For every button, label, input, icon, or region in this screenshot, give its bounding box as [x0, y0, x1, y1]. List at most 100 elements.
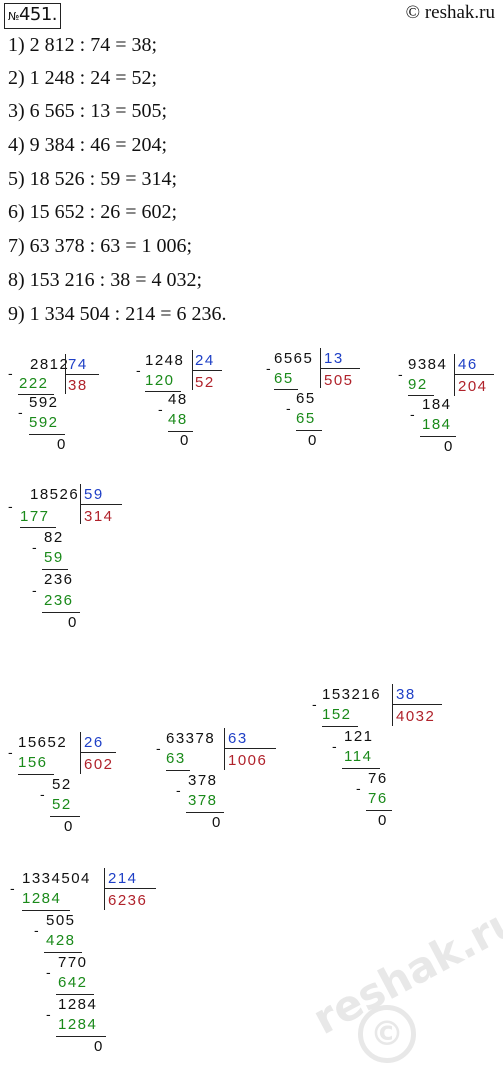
subtrahend: 222	[19, 375, 49, 392]
equation-8: 8) 153 216 : 38 = 4 032;	[8, 269, 203, 291]
divisor: 26	[84, 734, 104, 751]
quotient: 602	[84, 756, 114, 773]
divisor: 13	[324, 350, 344, 367]
quotient: 38	[68, 377, 88, 394]
minus-sign: -	[46, 1006, 51, 1022]
dividend: 6565	[274, 350, 314, 367]
minus-sign: -	[176, 782, 181, 798]
minus-sign: -	[8, 498, 13, 514]
minus-sign: -	[8, 744, 13, 760]
subtrahend: 48	[168, 411, 188, 428]
dividend: 18526	[30, 486, 80, 503]
quotient: 4032	[396, 708, 436, 725]
final-remainder: 0	[57, 436, 67, 453]
subtrahend: 1284	[22, 890, 62, 907]
minus-sign: -	[10, 880, 15, 896]
subtrahend: 592	[29, 414, 59, 431]
quotient: 6236	[108, 892, 148, 909]
equation-1: 1) 2 812 : 74 = 38;	[8, 34, 158, 56]
final-remainder: 0	[378, 812, 388, 829]
remainder: 1284	[58, 996, 98, 1013]
dividend: 15652	[18, 734, 68, 751]
minus-sign: -	[158, 401, 163, 417]
minus-sign: -	[398, 366, 403, 382]
final-remainder: 0	[212, 814, 222, 831]
quotient: 505	[324, 372, 354, 389]
remainder: 52	[52, 776, 72, 793]
equation-9: 9) 1 334 504 : 214 = 6 236.	[8, 303, 227, 325]
dividend: 153216	[322, 686, 382, 703]
subtrahend: 156	[18, 754, 48, 771]
subtrahend: 184	[422, 416, 452, 433]
equation-6: 6) 15 652 : 26 = 602;	[8, 201, 178, 223]
remainder: 505	[46, 912, 76, 929]
equation-4: 4) 9 384 : 46 = 204;	[8, 134, 168, 156]
remainder: 184	[422, 396, 452, 413]
exercise-number: №451.	[4, 3, 62, 29]
equation-5: 5) 18 526 : 59 = 314;	[8, 168, 178, 190]
subtrahend: 76	[368, 790, 388, 807]
final-remainder: 0	[308, 432, 318, 449]
subtrahend: 1284	[58, 1016, 98, 1033]
remainder: 48	[168, 391, 188, 408]
subtrahend: 152	[322, 706, 352, 723]
divisor: 38	[396, 686, 416, 703]
minus-sign: -	[32, 539, 37, 555]
subtrahend: 59	[44, 549, 64, 566]
dividend: 9384	[408, 356, 448, 373]
equation-2: 2) 1 248 : 24 = 52;	[8, 67, 158, 89]
exercise-number-value: 451.	[18, 4, 58, 25]
quotient: 314	[84, 508, 114, 525]
subtrahend: 65	[274, 370, 294, 387]
equation-7: 7) 63 378 : 63 = 1 006;	[8, 235, 193, 257]
minus-sign: -	[332, 738, 337, 754]
subtrahend: 177	[20, 508, 50, 525]
minus-sign: -	[156, 740, 161, 756]
minus-sign: -	[286, 400, 291, 416]
remainder: 378	[188, 772, 218, 789]
minus-sign: -	[356, 780, 361, 796]
subtrahend: 92	[408, 376, 428, 393]
quotient: 204	[458, 378, 488, 395]
subtrahend: 65	[296, 410, 316, 427]
minus-sign: -	[46, 964, 51, 980]
dividend: 1248	[145, 352, 185, 369]
minus-sign: -	[8, 365, 13, 381]
remainder: 76	[368, 770, 388, 787]
remainder: 770	[58, 954, 88, 971]
divisor: 46	[458, 356, 478, 373]
dividend: 1334504	[22, 870, 91, 887]
divisor: 24	[195, 352, 215, 369]
subtrahend: 378	[188, 792, 218, 809]
subtrahend: 63	[166, 750, 186, 767]
remainder: 592	[29, 394, 59, 411]
remainder: 121	[344, 728, 374, 745]
source-credit: © reshak.ru	[405, 2, 495, 23]
final-remainder: 0	[68, 614, 78, 631]
divisor: 74	[68, 356, 88, 373]
minus-sign: -	[40, 786, 45, 802]
subtrahend: 114	[344, 748, 373, 765]
number-sign: №	[8, 10, 19, 23]
quotient: 52	[195, 374, 215, 391]
minus-sign: -	[34, 922, 39, 938]
subtrahend: 642	[58, 974, 88, 991]
final-remainder: 0	[64, 818, 74, 835]
subtrahend: 120	[145, 372, 175, 389]
minus-sign: -	[266, 360, 271, 376]
final-remainder: 0	[180, 432, 190, 449]
subtrahend: 428	[46, 932, 76, 949]
subtrahend: 236	[44, 592, 74, 609]
final-remainder: 0	[444, 438, 454, 455]
minus-sign: -	[32, 582, 37, 598]
divisor: 214	[108, 870, 138, 887]
minus-sign: -	[18, 404, 23, 420]
equation-3: 3) 6 565 : 13 = 505;	[8, 100, 168, 122]
minus-sign: -	[136, 362, 141, 378]
subtrahend: 52	[52, 796, 72, 813]
divisor: 59	[84, 486, 104, 503]
divisor: 63	[228, 730, 248, 747]
quotient: 1006	[228, 752, 268, 769]
minus-sign: -	[410, 406, 415, 422]
final-remainder: 0	[94, 1038, 104, 1055]
